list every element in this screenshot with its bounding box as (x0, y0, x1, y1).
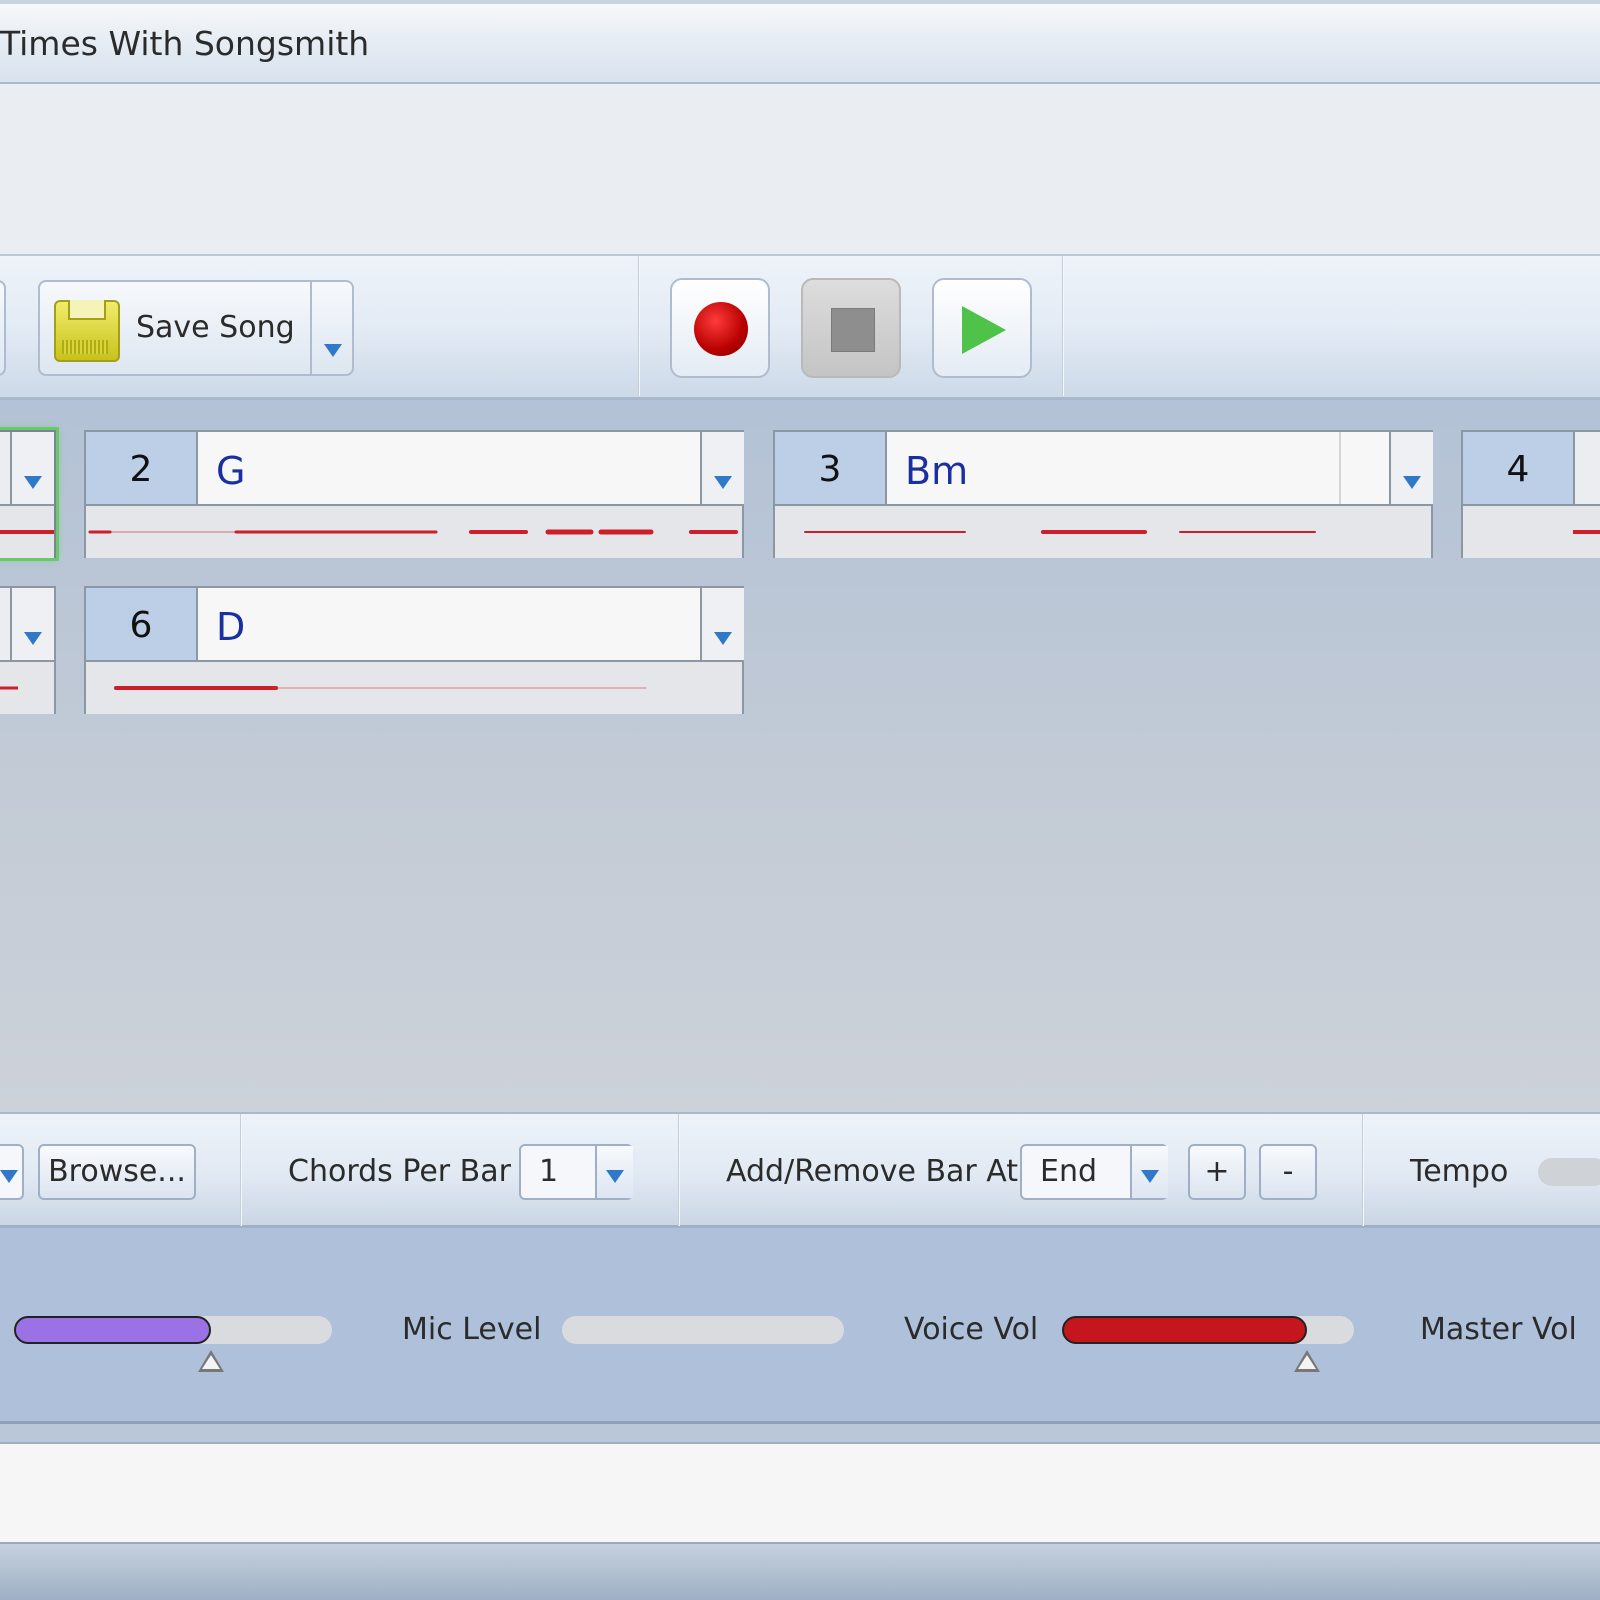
record-button[interactable] (670, 278, 770, 378)
bar-number: 6 (86, 588, 198, 660)
chord-dropdown[interactable] (700, 588, 744, 660)
waveform (0, 504, 54, 558)
lyrics-pane[interactable] (0, 1444, 1600, 1544)
waveform (86, 504, 742, 558)
bar-2[interactable]: 2 G (84, 430, 744, 558)
song-settings-toolbar: Browse... Chords Per Bar 1 Add/Remove Ba… (0, 1112, 1600, 1228)
bar-number: 3 (775, 432, 887, 504)
partial-dropdown[interactable] (0, 1144, 24, 1200)
bar-partial-1[interactable] (0, 430, 56, 558)
add-remove-bar-label: Add/Remove Bar At (726, 1154, 1019, 1189)
toolbar-separator (638, 256, 640, 396)
chords-per-bar-label: Chords Per Bar (288, 1154, 511, 1189)
chevron-down-icon (324, 344, 342, 357)
chevron-down-icon (24, 476, 42, 489)
save-song-split-button: Save Song (38, 280, 354, 376)
style-volume-slider[interactable] (14, 1316, 332, 1372)
slider-fill (14, 1316, 211, 1344)
waveform (1463, 504, 1600, 558)
chord-dropdown[interactable] (10, 588, 54, 660)
save-song-dropdown[interactable] (310, 282, 354, 374)
save-song-label: Save Song (136, 310, 295, 345)
record-icon (694, 302, 748, 356)
chord-dropdown[interactable] (10, 432, 54, 504)
add-remove-position-select[interactable]: End (1020, 1144, 1168, 1200)
chevron-down-icon (714, 632, 732, 645)
chord-name[interactable]: G (198, 432, 734, 504)
master-vol-label: Master Vol (1420, 1312, 1577, 1347)
partial-toolbar-button[interactable] (0, 280, 6, 376)
bar-number: 4 (1463, 432, 1575, 504)
chord-name[interactable]: Bm (887, 432, 1423, 504)
mic-level-label: Mic Level (402, 1312, 542, 1347)
chevron-down-icon (714, 476, 732, 489)
chord-name[interactable]: D (198, 588, 734, 660)
levels-panel: Mic Level Voice Vol Master Vol (0, 1228, 1600, 1424)
floppy-disk-icon (54, 300, 120, 362)
waveform (0, 660, 54, 714)
waveform (775, 504, 1431, 558)
toolbar-separator (1062, 256, 1064, 396)
chevron-down-icon (24, 632, 42, 645)
mic-level-meter (562, 1316, 844, 1344)
tempo-label: Tempo (1410, 1154, 1509, 1189)
chevron-down-icon (1141, 1170, 1159, 1183)
chord-dropdown[interactable] (700, 432, 744, 504)
bar-6[interactable]: 6 D (84, 586, 744, 714)
add-remove-position-value: End (1040, 1154, 1098, 1189)
add-remove-position-dropdown[interactable] (1130, 1146, 1168, 1198)
bar-3[interactable]: 3 Bm (773, 430, 1433, 558)
play-button[interactable] (932, 278, 1032, 378)
toolbar-separator (1362, 1114, 1364, 1226)
stop-icon (831, 308, 875, 352)
chevron-down-icon (606, 1170, 624, 1183)
add-bar-button[interactable]: + (1188, 1144, 1246, 1200)
save-song-button[interactable]: Save Song (40, 282, 312, 374)
main-toolbar: Save Song (0, 256, 1600, 400)
remove-bar-button[interactable]: - (1259, 1144, 1317, 1200)
chevron-down-icon (0, 1170, 18, 1183)
slider-thumb[interactable] (198, 1350, 224, 1372)
stop-button[interactable] (801, 278, 901, 378)
tempo-slider[interactable] (1538, 1158, 1600, 1186)
bar-grid: 2 G 3 Bm 4 6 D (0, 400, 1600, 1112)
upper-panel (0, 84, 1600, 256)
slider-fill (1062, 1316, 1307, 1344)
bar-number: 2 (86, 432, 198, 504)
chord-dropdown[interactable] (1389, 432, 1433, 504)
divider-strip (0, 1424, 1600, 1444)
browse-button[interactable]: Browse... (38, 1144, 196, 1200)
bar-4[interactable]: 4 (1461, 430, 1600, 558)
play-icon (962, 306, 1006, 354)
window-bottom-edge (0, 1544, 1600, 1600)
window-title: Times With Songsmith (0, 24, 370, 63)
bar-partial-5[interactable] (0, 586, 56, 714)
toolbar-separator (240, 1114, 242, 1226)
voice-volume-slider[interactable] (1062, 1316, 1354, 1372)
chords-per-bar-dropdown[interactable] (595, 1146, 633, 1198)
toolbar-separator (678, 1114, 680, 1226)
waveform (86, 660, 742, 714)
slider-thumb[interactable] (1294, 1350, 1320, 1372)
chords-per-bar-select[interactable]: 1 (519, 1144, 633, 1200)
chevron-down-icon (1403, 476, 1421, 489)
chords-per-bar-value: 1 (539, 1154, 559, 1189)
title-bar: Times With Songsmith (0, 0, 1600, 84)
voice-vol-label: Voice Vol (904, 1312, 1039, 1347)
